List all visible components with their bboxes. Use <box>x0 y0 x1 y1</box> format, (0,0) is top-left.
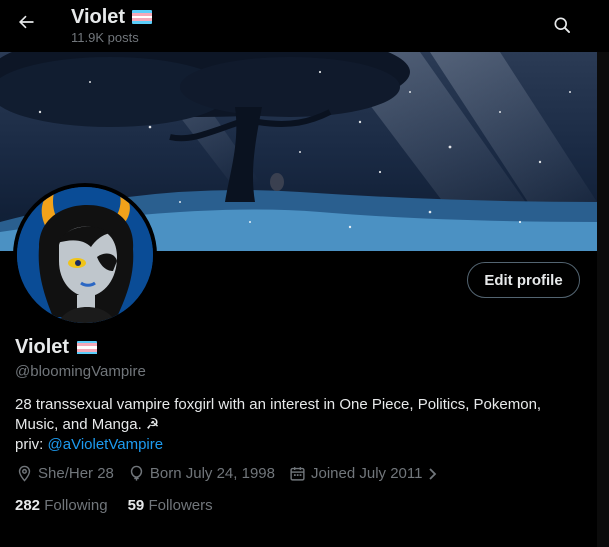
followers-count: 59 <box>127 497 145 514</box>
top-bar: Violet 11.9K posts <box>0 0 609 52</box>
meta-joined[interactable]: Joined July 2011 <box>289 465 439 482</box>
avatar[interactable] <box>13 183 157 327</box>
following-count: 282 <box>15 497 41 514</box>
followers-label: Followers <box>148 497 213 514</box>
pronouns-text: She/Her 28 <box>38 465 114 482</box>
trans-flag-icon <box>132 10 153 24</box>
balloon-icon <box>130 465 143 481</box>
following-link[interactable]: 282 Following <box>15 497 108 514</box>
scrollbar[interactable] <box>597 52 609 547</box>
post-count: 11.9K posts <box>71 30 139 45</box>
location-icon <box>18 465 31 482</box>
back-button[interactable] <box>10 6 42 38</box>
bio-priv-line: priv: @aVioletVampire <box>15 435 585 455</box>
chevron-right-icon <box>429 467 437 480</box>
meta-pronouns: She/Her 28 <box>16 465 114 482</box>
followers-link[interactable]: 59 Followers <box>128 497 213 514</box>
header-title-block: Violet 11.9K posts <box>71 6 153 45</box>
search-icon <box>554 17 570 33</box>
joined-text: Joined July 2011 <box>310 465 423 482</box>
trans-flag-icon <box>77 340 98 355</box>
bio-text: 28 transsexual vampire foxgirl with an i… <box>15 396 542 433</box>
edit-profile-button[interactable]: Edit profile <box>467 262 580 298</box>
born-text: Born July 24, 1998 <box>149 465 275 482</box>
follow-counts: 282 Following 59 Followers <box>15 497 233 514</box>
back-arrow-icon <box>18 15 34 29</box>
priv-account-link[interactable]: @aVioletVampire <box>48 436 164 453</box>
profile-handle: @bloomingVampire <box>15 363 146 380</box>
profile-name: Violet <box>15 336 70 358</box>
profile-name-row: Violet <box>15 336 98 359</box>
search-button[interactable] <box>546 9 578 41</box>
priv-label: priv: <box>15 436 48 453</box>
calendar-icon <box>290 467 305 481</box>
following-label: Following <box>44 497 108 514</box>
profile-bio: 28 transsexual vampire foxgirl with an i… <box>15 395 585 455</box>
meta-born: Born July 24, 1998 <box>128 465 275 482</box>
header-title: Violet <box>71 6 126 28</box>
avatar-image <box>17 187 153 323</box>
profile-meta: She/Her 28 Born July 24, 1998 Joined Jul… <box>16 465 453 482</box>
